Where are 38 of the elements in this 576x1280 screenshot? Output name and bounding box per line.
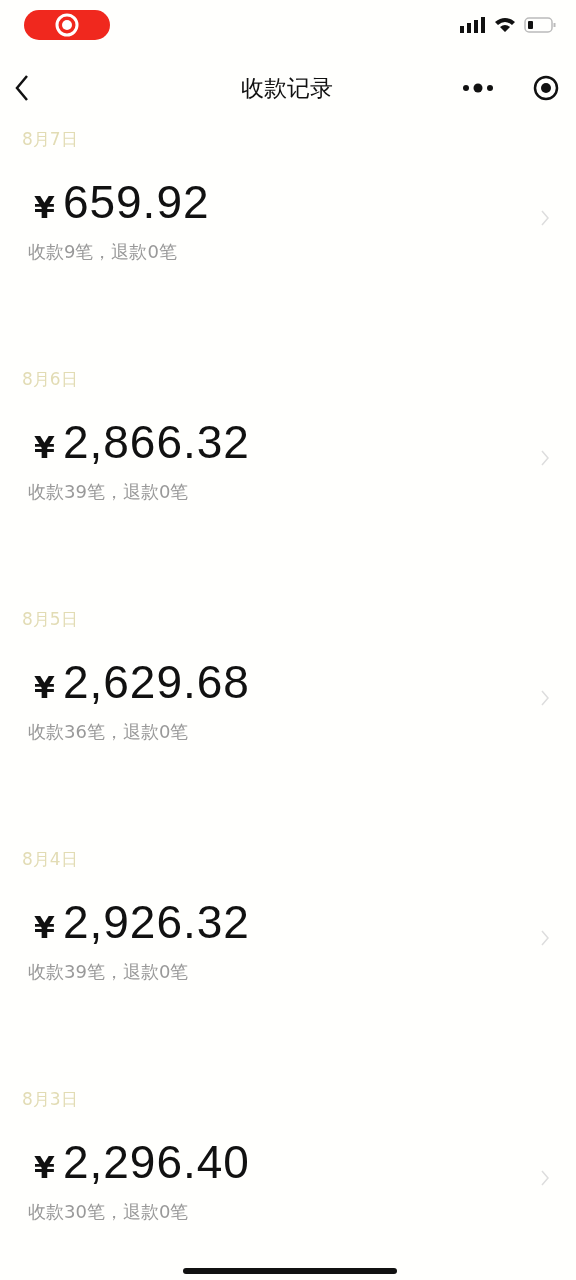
chevron-icon — [540, 1169, 550, 1187]
record-item[interactable]: ¥ 2,866.32 收款39笔，退款0笔 — [0, 392, 576, 504]
date-label: 8月4日 — [21, 848, 79, 871]
record-item[interactable]: ¥ 659.92 收款9笔，退款0笔 — [0, 152, 576, 264]
target-icon[interactable] — [532, 74, 560, 102]
amount: 659.92 — [62, 175, 210, 230]
date-label: 8月5日 — [21, 608, 79, 631]
chevron-icon — [540, 929, 550, 947]
record-item[interactable]: ¥ 2,629.68 收款36笔，退款0笔 — [0, 632, 576, 744]
summary-text: 收款36笔，退款0笔 — [28, 720, 190, 744]
summary-text: 收款39笔，退款0笔 — [28, 480, 190, 504]
amount: 2,926.32 — [62, 895, 250, 950]
currency-symbol: ¥ — [34, 430, 55, 465]
chevron-icon — [540, 449, 550, 467]
date-label: 8月6日 — [21, 368, 79, 391]
summary-text: 收款39笔，退款0笔 — [28, 960, 190, 984]
record-item[interactable]: ¥ 2,296.40 收款30笔，退款0笔 — [0, 1112, 576, 1224]
summary-text: 收款9笔，退款0笔 — [28, 240, 178, 264]
currency-symbol: ¥ — [34, 670, 55, 705]
amount: 2,629.68 — [62, 655, 250, 710]
back-icon[interactable] — [14, 74, 30, 102]
summary-text: 收款30笔，退款0笔 — [28, 1200, 190, 1224]
currency-symbol: ¥ — [34, 190, 55, 225]
currency-symbol: ¥ — [34, 1150, 55, 1185]
date-label: 8月7日 — [21, 128, 79, 151]
date-label: 8月3日 — [21, 1088, 79, 1111]
record-icon — [54, 12, 80, 38]
signal-icon — [460, 17, 486, 33]
record-item[interactable]: ¥ 2,926.32 收款39笔，退款0笔 — [0, 872, 576, 984]
amount: 2,866.32 — [62, 415, 250, 470]
wifi-icon — [494, 17, 516, 33]
more-icon[interactable] — [462, 82, 494, 94]
page-title: 收款记录 — [240, 73, 334, 103]
chevron-icon — [540, 209, 550, 227]
amount: 2,296.40 — [62, 1135, 250, 1190]
chevron-icon — [540, 689, 550, 707]
battery-icon — [524, 17, 556, 33]
currency-symbol: ¥ — [34, 910, 55, 945]
